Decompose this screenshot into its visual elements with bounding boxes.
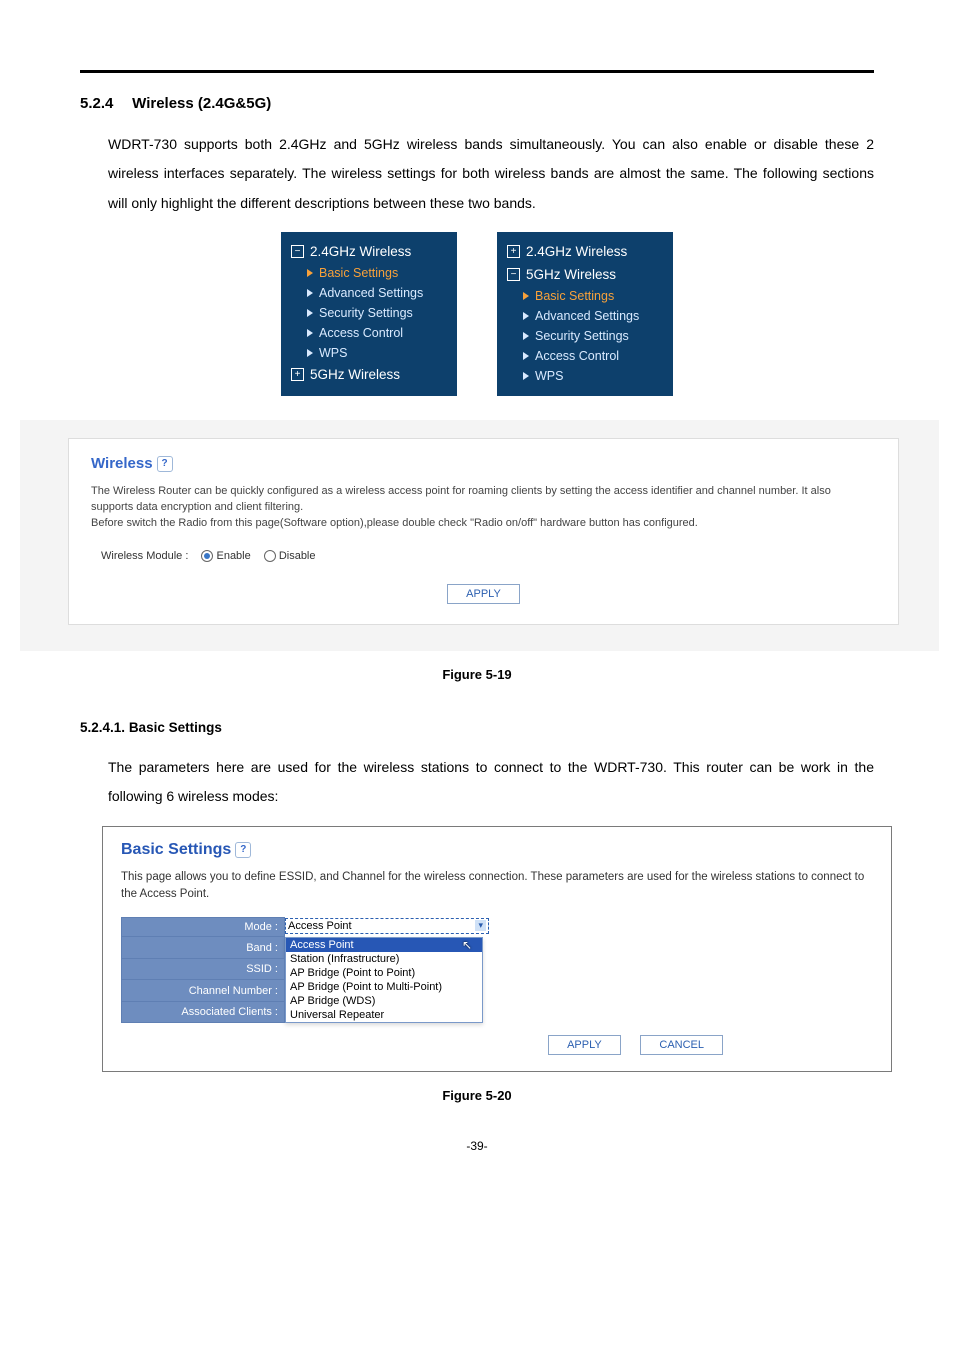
nav-group-5ghz[interactable]: −5GHz Wireless xyxy=(507,263,661,286)
nav-item-basic-settings[interactable]: Basic Settings xyxy=(291,263,445,283)
mode-select[interactable]: Access Point ▾ xyxy=(285,918,489,934)
radio-enable[interactable] xyxy=(201,550,213,562)
nav-group-24ghz[interactable]: +2.4GHz Wireless xyxy=(507,240,661,263)
nav-tree-screenshots: −2.4GHz Wireless Basic Settings Advanced… xyxy=(80,232,874,396)
nav-item-basic-settings[interactable]: Basic Settings xyxy=(507,286,661,306)
nav-item-security-settings[interactable]: Security Settings xyxy=(507,326,661,346)
apply-button[interactable]: APPLY xyxy=(447,584,520,604)
cursor-icon: ↖ xyxy=(462,938,472,952)
chevron-right-icon xyxy=(523,292,529,300)
chevron-right-icon xyxy=(307,289,313,297)
figure-caption-19: Figure 5-19 xyxy=(80,667,874,682)
chevron-right-icon xyxy=(523,352,529,360)
chevron-right-icon xyxy=(307,329,313,337)
mode-option-ap-bridge-ptp[interactable]: AP Bridge (Point to Point) xyxy=(286,966,482,980)
nav-item-advanced-settings[interactable]: Advanced Settings xyxy=(291,283,445,303)
nav-group-5ghz[interactable]: +5GHz Wireless xyxy=(291,363,445,386)
page-number: -39- xyxy=(80,1139,874,1153)
mode-option-station[interactable]: Station (Infrastructure) xyxy=(286,952,482,966)
chevron-right-icon xyxy=(307,269,313,277)
nav-panel-left: −2.4GHz Wireless Basic Settings Advanced… xyxy=(281,232,457,396)
collapse-icon: − xyxy=(507,268,520,281)
chevron-right-icon xyxy=(523,312,529,320)
settings-form: Mode : Access Point ▾ Band : Access Poin… xyxy=(121,917,489,1023)
wireless-module-label: Wireless Module : xyxy=(101,550,188,562)
nav-item-security-settings[interactable]: Security Settings xyxy=(291,303,445,323)
mode-option-access-point[interactable]: Access Point↖ xyxy=(286,938,482,952)
nav-item-wps[interactable]: WPS xyxy=(507,366,661,386)
help-icon[interactable]: ? xyxy=(235,842,251,858)
mode-dropdown-list[interactable]: Access Point↖ Station (Infrastructure) A… xyxy=(285,937,483,1023)
band-label: Band : xyxy=(122,937,285,959)
nav-item-access-control[interactable]: Access Control xyxy=(291,323,445,343)
mode-option-universal-repeater[interactable]: Universal Repeater xyxy=(286,1008,482,1022)
associated-clients-label: Associated Clients : xyxy=(122,1001,285,1023)
nav-item-access-control[interactable]: Access Control xyxy=(507,346,661,366)
subsection-intro: The parameters here are used for the wir… xyxy=(108,753,874,812)
mode-option-ap-bridge-wds[interactable]: AP Bridge (WDS) xyxy=(286,994,482,1008)
chevron-right-icon xyxy=(523,372,529,380)
subsection-num: 5.2.4.1. xyxy=(80,720,125,735)
chevron-right-icon xyxy=(307,349,313,357)
ssid-label: SSID : xyxy=(122,958,285,980)
panel-description: The Wireless Router can be quickly confi… xyxy=(91,484,876,532)
channel-label: Channel Number : xyxy=(122,980,285,1002)
chevron-down-icon: ▾ xyxy=(475,920,486,931)
nav-group-24ghz[interactable]: −2.4GHz Wireless xyxy=(291,240,445,263)
nav-panel-right: +2.4GHz Wireless −5GHz Wireless Basic Se… xyxy=(497,232,673,396)
intro-paragraph: WDRT-730 supports both 2.4GHz and 5GHz w… xyxy=(108,130,874,218)
nav-item-advanced-settings[interactable]: Advanced Settings xyxy=(507,306,661,326)
section-heading: 5.2.4 Wireless (2.4G&5G) xyxy=(80,95,874,112)
panel-description: This page allows you to define ESSID, an… xyxy=(121,869,873,904)
wireless-module-row: Wireless Module : Enable Disable xyxy=(101,550,876,562)
wireless-panel-screenshot: Wireless ? The Wireless Router can be qu… xyxy=(20,420,939,651)
chevron-right-icon xyxy=(307,309,313,317)
nav-item-wps[interactable]: WPS xyxy=(291,343,445,363)
mode-label: Mode : xyxy=(122,918,285,937)
collapse-icon: − xyxy=(291,245,304,258)
radio-disable[interactable] xyxy=(264,550,276,562)
cancel-button[interactable]: CANCEL xyxy=(640,1035,723,1055)
apply-button[interactable]: APPLY xyxy=(548,1035,621,1055)
subsection-title: Basic Settings xyxy=(129,720,222,735)
section-title: Wireless (2.4G&5G) xyxy=(132,95,271,112)
subsection-heading: 5.2.4.1. Basic Settings xyxy=(80,720,874,735)
mode-option-ap-bridge-ptmp[interactable]: AP Bridge (Point to Multi-Point) xyxy=(286,980,482,994)
figure-caption-20: Figure 5-20 xyxy=(80,1088,874,1103)
basic-settings-panel-screenshot: Basic Settings ? This page allows you to… xyxy=(102,826,892,1073)
panel-title: Wireless ? xyxy=(91,455,876,472)
top-rule xyxy=(80,70,874,73)
chevron-right-icon xyxy=(523,332,529,340)
expand-icon: + xyxy=(507,245,520,258)
expand-icon: + xyxy=(291,368,304,381)
panel-title: Basic Settings ? xyxy=(121,841,873,859)
help-icon[interactable]: ? xyxy=(157,456,173,472)
section-num: 5.2.4 xyxy=(80,95,128,112)
